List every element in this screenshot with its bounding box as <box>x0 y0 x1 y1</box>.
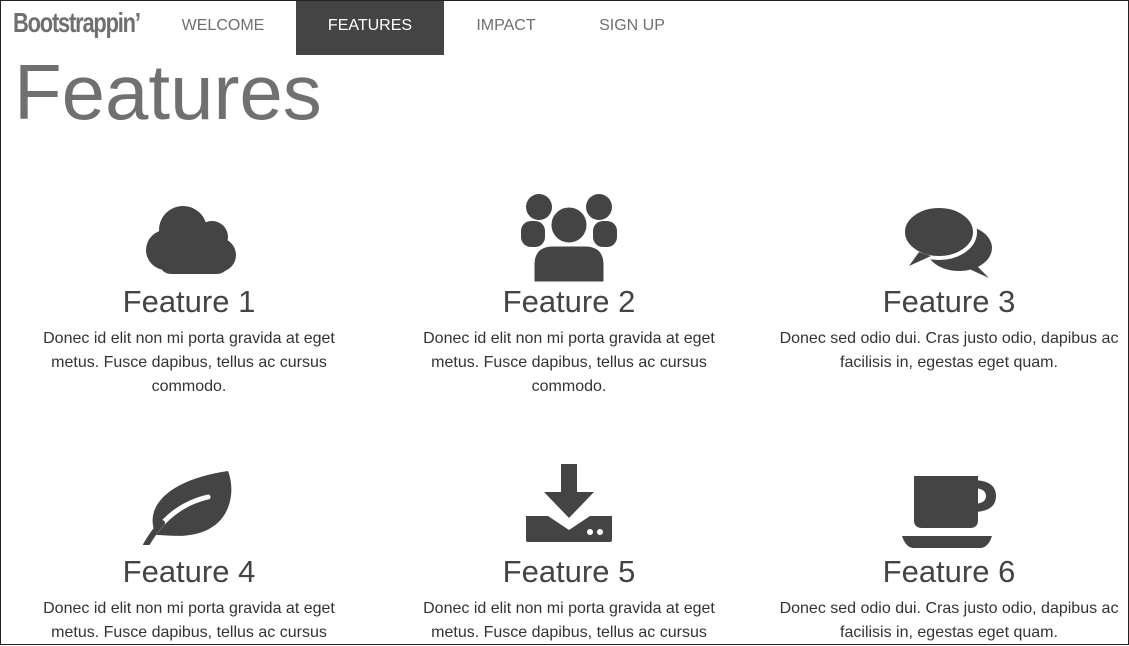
feature-card-2: Feature 2 Donec id elit non mi porta gra… <box>399 193 739 416</box>
feature-title: Feature 6 <box>882 554 1016 589</box>
coffee-cup-icon <box>902 476 996 555</box>
feature-title: Feature 3 <box>882 284 1016 319</box>
feature-description: Donec id elit non mi porta gravida at eg… <box>423 600 715 641</box>
chat-bubbles-icon <box>901 204 997 285</box>
feature-title: Feature 1 <box>122 284 256 319</box>
leaf-icon <box>142 469 236 550</box>
cloud-icon <box>139 200 239 281</box>
feature-description: Donec id elit non mi porta gravida at eg… <box>43 600 335 641</box>
feature-title: Feature 4 <box>122 554 256 589</box>
feature-title: Feature 2 <box>502 284 636 319</box>
nav-item-impact[interactable]: IMPACT <box>444 1 568 55</box>
feature-card-1: Feature 1 Donec id elit non mi porta gra… <box>19 196 359 416</box>
feature-description: Donec id elit non mi porta gravida at eg… <box>43 330 335 395</box>
brand-logo[interactable]: Bootstrappin’ <box>13 7 141 39</box>
download-icon <box>526 464 612 549</box>
feature-description: Donec id elit non mi porta gravida at eg… <box>423 330 715 395</box>
feature-description: Donec sed odio dui. Cras justo odio, dap… <box>779 330 1119 371</box>
feature-description: Donec sed odio dui. Cras justo odio, dap… <box>779 600 1119 641</box>
feature-card-4: Feature 4 Donec id elit non mi porta gra… <box>19 466 359 646</box>
feature-title: Feature 5 <box>502 554 636 589</box>
users-icon <box>519 193 619 290</box>
feature-card-5: Feature 5 Donec id elit non mi porta gra… <box>399 464 739 646</box>
feature-card-6: Feature 6 Donec sed odio dui. Cras justo… <box>779 466 1119 646</box>
page-title: Features <box>14 48 322 136</box>
feature-card-3: Feature 3 Donec sed odio dui. Cras justo… <box>779 196 1119 416</box>
nav-item-sign-up[interactable]: SIGN UP <box>568 1 696 55</box>
